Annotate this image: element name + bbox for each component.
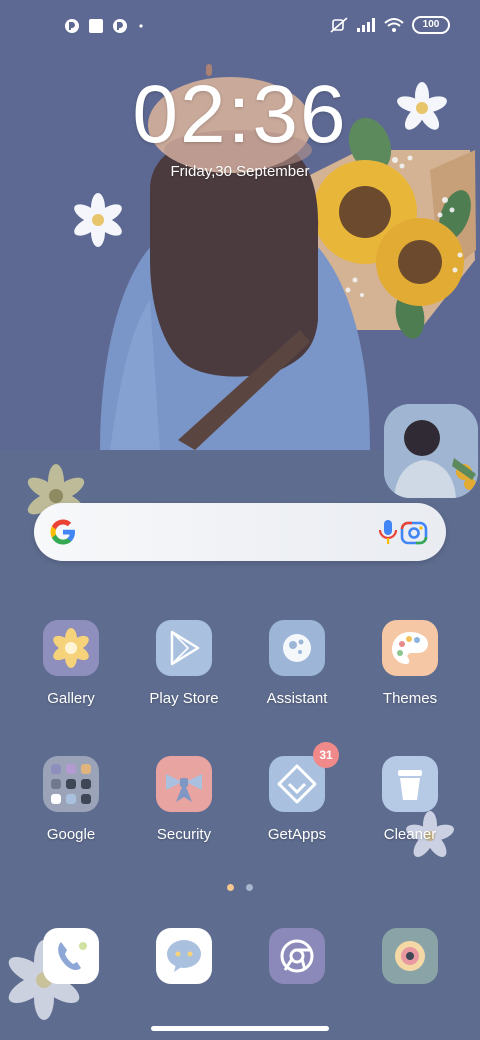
- dock-chrome[interactable]: [242, 928, 352, 984]
- signal-icon: [357, 18, 375, 32]
- page-dot[interactable]: [246, 884, 254, 891]
- page-indicator: [0, 878, 480, 896]
- themes-palette-icon: [382, 620, 438, 676]
- photo-widget-image: [384, 404, 478, 498]
- system-icons: 100: [330, 16, 450, 34]
- app-getapps[interactable]: 31 GetApps: [242, 742, 352, 843]
- messages-icon: [156, 928, 212, 984]
- app-label: GetApps: [267, 826, 327, 843]
- folder-google[interactable]: Google: [16, 756, 126, 843]
- gesture-navigation-handle[interactable]: [151, 1026, 329, 1031]
- security-bow-icon: [156, 756, 212, 812]
- battery-icon: 100: [412, 16, 450, 34]
- camera-lens-icon[interactable]: [399, 518, 429, 548]
- app-label: Cleaner: [383, 826, 437, 843]
- notification-icons: [64, 18, 146, 34]
- notification-badge: 31: [313, 742, 339, 768]
- more-notifications-dot: [139, 24, 143, 28]
- photo-widget[interactable]: [384, 404, 478, 498]
- dock-phone[interactable]: [16, 928, 126, 984]
- clock-date[interactable]: Friday,30 September: [0, 163, 480, 180]
- app-play-store[interactable]: Play Store: [129, 620, 239, 707]
- page-dot-active[interactable]: [226, 884, 234, 891]
- app-notification-icon: [65, 19, 79, 33]
- microphone-icon[interactable]: [374, 517, 402, 547]
- chrome-browser-icon: [269, 928, 325, 984]
- assistant-icon: [269, 620, 325, 676]
- cleaner-icon: [382, 756, 438, 812]
- app-cleaner[interactable]: Cleaner: [355, 756, 465, 843]
- app-label: Security: [156, 826, 212, 843]
- app-label: Themes: [382, 690, 438, 707]
- app-gallery[interactable]: Gallery: [16, 620, 126, 707]
- google-search-bar[interactable]: [34, 503, 446, 561]
- clock-time[interactable]: 02:36: [0, 68, 480, 162]
- app-label: Play Store: [149, 690, 219, 707]
- folder-icon: [43, 756, 99, 812]
- wifi-icon: [384, 18, 404, 32]
- app-assistant[interactable]: Assistant: [242, 620, 352, 707]
- google-logo: [50, 519, 75, 545]
- dock-camera[interactable]: [355, 928, 465, 984]
- camera-icon: [382, 928, 438, 984]
- getapps-icon: 31: [269, 742, 339, 812]
- app-label: Assistant: [266, 690, 328, 707]
- dock-messages[interactable]: [129, 928, 239, 984]
- app-notification-icon: [113, 19, 127, 33]
- app-label: Google: [46, 826, 96, 843]
- play-store-icon: [156, 620, 212, 676]
- phone-icon: [43, 928, 99, 984]
- gallery-flower-icon: [43, 620, 99, 676]
- app-label: Gallery: [47, 690, 95, 707]
- status-bar: 100: [0, 0, 480, 56]
- ringer-muted-icon: [330, 17, 348, 33]
- app-themes[interactable]: Themes: [355, 620, 465, 707]
- square-notification-icon: [89, 19, 103, 33]
- app-security[interactable]: Security: [129, 756, 239, 843]
